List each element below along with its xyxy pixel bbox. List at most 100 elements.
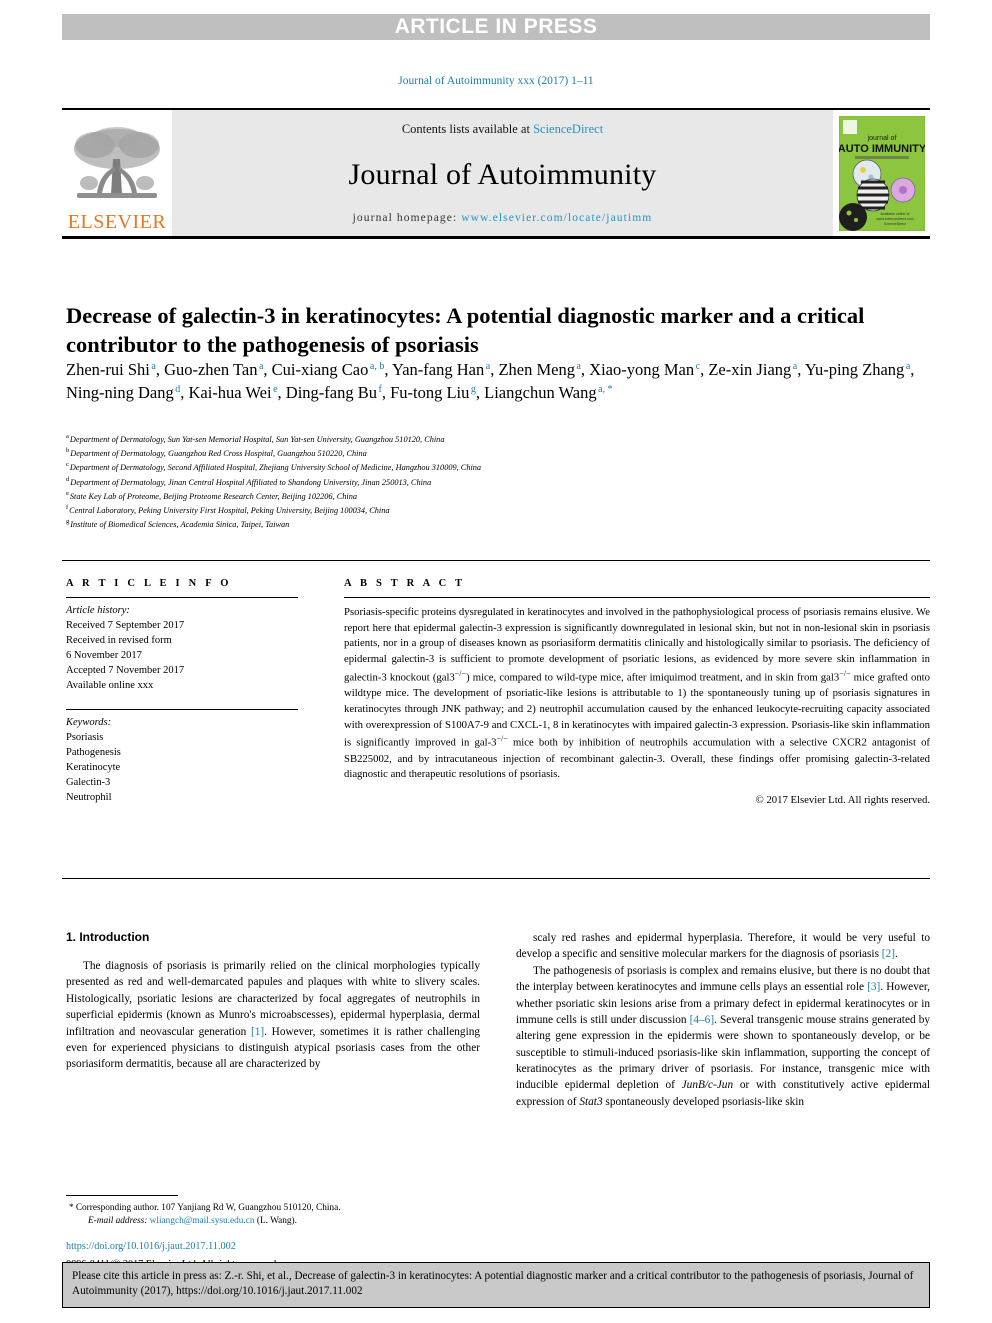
author-name: Ze-xin Jiang	[708, 360, 792, 379]
affiliation-line: fCentral Laboratory, Peking University F…	[66, 503, 946, 517]
author-name: Zhen Meng	[498, 360, 575, 379]
author-list: Zhen-rui Shi a, Guo-zhen Tan a, Cui-xiang …	[66, 360, 915, 403]
keywords-block: Keywords: Psoriasis Pathogenesis Keratinoc…	[66, 716, 298, 805]
article-info-section: A R T I C L E I N F O Article history: R…	[66, 578, 298, 806]
body-paragraph: scaly red rashes and epidermal hyperplas…	[516, 932, 930, 961]
affiliation-text: State Key Lab of Proteome, Beijing Prote…	[69, 491, 358, 501]
article-history-item: 6 November 2017	[66, 649, 142, 661]
article-info-rule	[66, 597, 298, 598]
article-history-lines: Received 7 September 2017 Received in rev…	[66, 619, 298, 694]
svg-text:AUTO IMMUNITY: AUTO IMMUNITY	[839, 143, 925, 155]
article-history-item: Accepted 7 November 2017	[66, 664, 185, 676]
gene-name: Stat3	[579, 1095, 603, 1108]
journal-masthead: ELSEVIER Contents lists available at Sci…	[62, 108, 930, 239]
page-title: Decrease of galectin-3 in keratinocytes:…	[66, 303, 865, 357]
affiliation-text: Department of Dermatology, Sun Yat-sen M…	[69, 434, 445, 444]
contents-prefix: Contents lists available at	[401, 122, 534, 136]
footnote-rule	[66, 1195, 178, 1196]
author-name: Fu-tong Liu	[390, 383, 470, 403]
article-history-item: Available online xxx	[66, 679, 154, 691]
citation-reference-link[interactable]: [4–6]	[690, 1014, 714, 1026]
masthead-center: Contents lists available at ScienceDirec…	[172, 110, 833, 236]
corresponding-author-line: * Corresponding author. 107 Yanjiang Rd …	[66, 1201, 480, 1215]
author-affiliation-marker: d	[175, 383, 181, 395]
section-heading-introduction: 1. Introduction	[66, 930, 150, 944]
author-name: Yu-ping Zhang	[804, 360, 905, 379]
citation-reference-link[interactable]: [1]	[251, 1026, 264, 1038]
elsevier-wordmark: ELSEVIER	[67, 211, 167, 233]
author-name: Guo-zhen Tan	[164, 360, 258, 379]
author-name: Yan-fang Han	[391, 360, 485, 379]
article-history-item: Received 7 September 2017	[66, 619, 185, 631]
affiliation-text: Department of Dermatology, Jinan Central…	[70, 477, 432, 487]
journal-homepage-line: journal homepage: www.elsevier.com/locat…	[353, 212, 653, 224]
affiliation-text: Department of Dermatology, Guangzhou Red…	[70, 448, 367, 458]
email-link[interactable]: wliangch@mail.sysu.edu.cn	[150, 1216, 255, 1226]
affiliation-line: aDepartment of Dermatology, Sun Yat-sen …	[66, 432, 946, 446]
citation-reference-link[interactable]: [3]	[867, 981, 880, 993]
author-affiliation-marker: a	[905, 360, 911, 372]
contents-list-line: Contents lists available at ScienceDirec…	[402, 122, 603, 137]
abstract-text: Psoriasis-specific proteins dysregulated…	[344, 606, 930, 781]
homepage-label: journal homepage:	[352, 212, 462, 224]
author-affiliation-marker: a, *	[598, 383, 613, 395]
abstract-copyright: © 2017 Elsevier Ltd. All rights reserved…	[755, 794, 930, 807]
corresponding-author-text: Corresponding author. 107 Yanjiang Rd W,…	[75, 1203, 341, 1213]
article-in-press-label: ARTICLE IN PRESS	[394, 15, 598, 38]
article-page: ARTICLE IN PRESS Journal of Autoimmunity…	[0, 0, 992, 1323]
author-name: Xiao-yong Man	[589, 360, 695, 379]
svg-text:Available online at: Available online at	[880, 212, 909, 216]
affiliation-line: eState Key Lab of Proteome, Beijing Prot…	[66, 489, 946, 503]
author-affiliation-marker: a, b	[369, 360, 385, 372]
abstract-rule	[344, 597, 930, 598]
keyword-item: Galectin-3	[66, 777, 111, 789]
knockout-superscript: −/−	[496, 734, 508, 744]
svg-text:journal of: journal of	[866, 135, 896, 142]
author-affiliation-marker: a	[151, 360, 156, 372]
doi-link[interactable]: https://doi.org/10.1016/j.jaut.2017.11.0…	[66, 1240, 480, 1254]
author-affiliation-marker: c	[695, 360, 701, 372]
knockout-superscript: −/−	[839, 668, 851, 678]
sciencedirect-link[interactable]: ScienceDirect	[533, 122, 603, 136]
author-name: Cui-xiang Cao	[271, 360, 369, 379]
elsevier-tree-icon	[74, 127, 160, 198]
affiliation-list: aDepartment of Dermatology, Sun Yat-sen …	[66, 432, 946, 531]
homepage-url-link[interactable]: www.elsevier.com/locate/jautimm	[461, 212, 652, 224]
journal-volume-line: Journal of Autoimmunity xxx (2017) 1–11	[398, 75, 594, 87]
keyword-lines: Psoriasis Pathogenesis Keratinocyte Galecti…	[66, 731, 298, 806]
affiliation-text: Institute of Biomedical Sciences, Academ…	[70, 519, 290, 529]
abstract-section: A B S T R A C T Psoriasis-specific prote…	[344, 578, 930, 806]
left-column-paragraphs: The diagnosis of psoriasis is primarily …	[66, 958, 480, 1073]
author-name: Kai-hua Wei	[188, 383, 272, 403]
affiliation-line: dDepartment of Dermatology, Jinan Centra…	[66, 475, 946, 489]
journal-cover-image: journal of AUTO IMMUNITY Available onlin…	[838, 115, 925, 231]
info-divider-bottom	[62, 878, 930, 879]
affiliation-text: Central Laboratory, Peking University Fi…	[69, 505, 390, 515]
author-name: Liangchun Wang	[484, 383, 597, 403]
author-name: Zhen-rui Shi	[66, 360, 150, 379]
author-name: Ning-ning Dang	[66, 383, 174, 403]
journal-title: Journal of Autoimmunity	[348, 157, 657, 191]
abstract-heading: A B S T R A C T	[344, 578, 466, 589]
citation-reference-link[interactable]: [2]	[882, 948, 895, 960]
article-history-label: Article history:	[66, 605, 130, 616]
correspondence-footnote: * Corresponding author. 107 Yanjiang Rd …	[66, 1195, 480, 1229]
keyword-item: Keratinocyte	[66, 762, 121, 774]
affiliation-line: cDepartment of Dermatology, Second Affil…	[66, 460, 946, 474]
article-history-item: Received in revised form	[66, 634, 172, 646]
email-label: E-mail address:	[88, 1216, 148, 1227]
keyword-item: Pathogenesis	[66, 747, 121, 759]
affiliation-text: Department of Dermatology, Second Affili…	[69, 463, 482, 473]
body-paragraph: The diagnosis of psoriasis is primarily …	[66, 960, 481, 1071]
gene-name: JunB/c-Jun	[681, 1079, 734, 1092]
author-affiliation-marker: a	[576, 360, 581, 372]
cite-this-article-box: Please cite this article in press as: Z.…	[62, 1262, 930, 1308]
keyword-item: Psoriasis	[66, 732, 104, 744]
author-name: Ding-fang Bu	[285, 383, 377, 403]
svg-text:www.sciencedirect.com: www.sciencedirect.com	[876, 217, 913, 221]
knockout-superscript: −/−	[454, 668, 467, 678]
author-affiliation-marker: e	[273, 383, 278, 395]
keywords-label: Keywords:	[66, 717, 112, 729]
author-affiliation-marker: a	[258, 360, 264, 372]
footnote-star-marker: *	[69, 1202, 74, 1212]
